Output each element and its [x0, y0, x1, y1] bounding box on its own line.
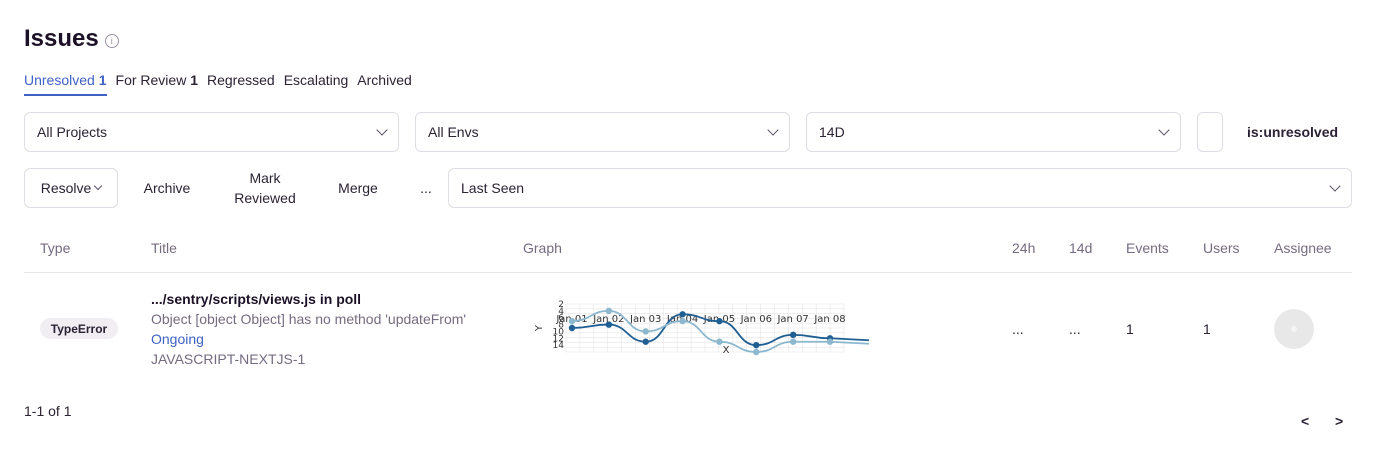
env-select[interactable]: All Envs	[415, 112, 790, 152]
y-axis-label: Y	[534, 324, 545, 332]
tab-label: Archived	[357, 72, 412, 88]
column-title: Title	[151, 240, 177, 256]
info-icon[interactable]: i	[104, 34, 119, 48]
chevron-down-icon	[1158, 124, 1170, 136]
more-actions-button[interactable]: ...	[412, 168, 440, 208]
x-tick-label: Jan 06	[740, 314, 772, 325]
issue-tabs: Unresolved 1 For Review 1 Regressed Esca…	[24, 72, 412, 96]
count-24h: ...	[1012, 321, 1024, 337]
tab-regressed[interactable]: Regressed	[207, 72, 275, 96]
data-point	[605, 321, 613, 328]
page-title: Issues i	[24, 25, 119, 53]
sort-select[interactable]: Last Seen	[448, 168, 1352, 208]
resolve-button[interactable]: Resolve	[24, 168, 118, 208]
data-point	[642, 328, 649, 335]
tab-for-review[interactable]: For Review 1	[116, 72, 198, 96]
project-select-value: All Projects	[37, 124, 108, 140]
table-divider	[24, 272, 1352, 273]
tab-count: 1	[190, 72, 198, 88]
issue-graph-svg: 2468101214Jan 01 Jan 02 Jan 03 Jan 04 Jan 05…	[534, 300, 870, 356]
column-24h[interactable]: 24h	[1012, 240, 1035, 256]
column-users[interactable]: Users	[1203, 240, 1240, 256]
issue-status: Ongoing	[151, 331, 204, 347]
project-select[interactable]: All Projects	[24, 112, 399, 152]
data-point	[568, 317, 576, 325]
chevron-down-icon	[376, 124, 388, 136]
tab-count: 1	[98, 72, 107, 88]
tab-label: Escalating	[283, 72, 349, 88]
merge-label: Merge	[338, 180, 378, 196]
search-query[interactable]: is:unresolved	[1247, 124, 1338, 140]
tab-unresolved[interactable]: Unresolved 1	[24, 72, 107, 96]
period-select[interactable]: 14D	[806, 112, 1181, 152]
data-point	[679, 317, 686, 325]
tab-label: Regressed	[207, 72, 275, 88]
column-type: Type	[40, 240, 71, 256]
x-tick-label: Jan 03	[629, 314, 661, 325]
column-14d[interactable]: 14d	[1069, 240, 1092, 256]
issue-message: Object [object Object] has no method 'up…	[151, 311, 467, 327]
mark-reviewed-label: Reviewed	[234, 190, 296, 206]
data-point	[753, 348, 760, 356]
x-axis-label: X	[723, 345, 730, 356]
data-point	[568, 324, 576, 332]
data-point	[605, 307, 613, 315]
column-events[interactable]: Events	[1126, 240, 1169, 256]
x-tick-label: Jan 08	[813, 314, 845, 325]
period-select-value: 14D	[819, 124, 845, 140]
resolve-label: Resolve	[40, 180, 92, 196]
tab-label: Unresolved	[24, 72, 95, 88]
next-page-button[interactable]: >	[1335, 413, 1343, 429]
events-count: 1	[1126, 321, 1134, 337]
data-point	[642, 338, 649, 345]
issue-short-id: JAVASCRIPT-NEXTJS-1	[151, 351, 306, 367]
data-point	[716, 338, 723, 345]
more-label: ...	[420, 180, 432, 196]
tab-archived[interactable]: Archived	[357, 72, 411, 96]
column-graph: Graph	[523, 240, 562, 256]
chevron-down-icon	[1329, 180, 1341, 192]
data-point	[716, 317, 723, 325]
chevron-down-icon	[94, 181, 103, 191]
tab-label: For Review	[115, 72, 187, 88]
issue-graph: 2 4 6 8 10 12 14 Jan 01 Jan 02 Jan 03 Jan 04 Jan 05…	[530, 298, 875, 365]
data-point	[789, 331, 797, 339]
type-badge: TypeError	[40, 318, 118, 339]
search-input[interactable]	[1197, 112, 1223, 152]
pagination-summary: 1-1 of 1	[24, 403, 72, 419]
data-point	[789, 338, 797, 345]
y-tick-label: 14	[553, 341, 565, 351]
assignee-avatar[interactable]	[1274, 309, 1314, 349]
prev-page-button[interactable]: <	[1301, 413, 1309, 429]
tab-escalating[interactable]: Escalating	[284, 72, 349, 96]
column-assignee: Assignee	[1274, 240, 1332, 256]
archive-label: Archive	[143, 180, 191, 196]
users-count: 1	[1203, 321, 1211, 337]
mark-reviewed-label: Mark	[249, 170, 281, 186]
count-14d: ...	[1069, 321, 1081, 337]
chevron-down-icon	[767, 124, 779, 136]
mark-reviewed-button[interactable]: Mark Reviewed	[222, 168, 308, 208]
env-select-value: All Envs	[428, 124, 479, 140]
sort-select-value: Last Seen	[461, 180, 525, 196]
data-point	[826, 338, 834, 345]
archive-button[interactable]: Archive	[132, 168, 202, 208]
data-point	[679, 311, 686, 318]
page-title-text: Issues	[24, 25, 99, 52]
x-tick-label: Jan 07	[776, 314, 808, 325]
merge-button[interactable]: Merge	[328, 168, 388, 208]
issue-culprit[interactable]: .../sentry/scripts/views.js in poll	[151, 291, 361, 307]
data-point	[753, 341, 760, 349]
